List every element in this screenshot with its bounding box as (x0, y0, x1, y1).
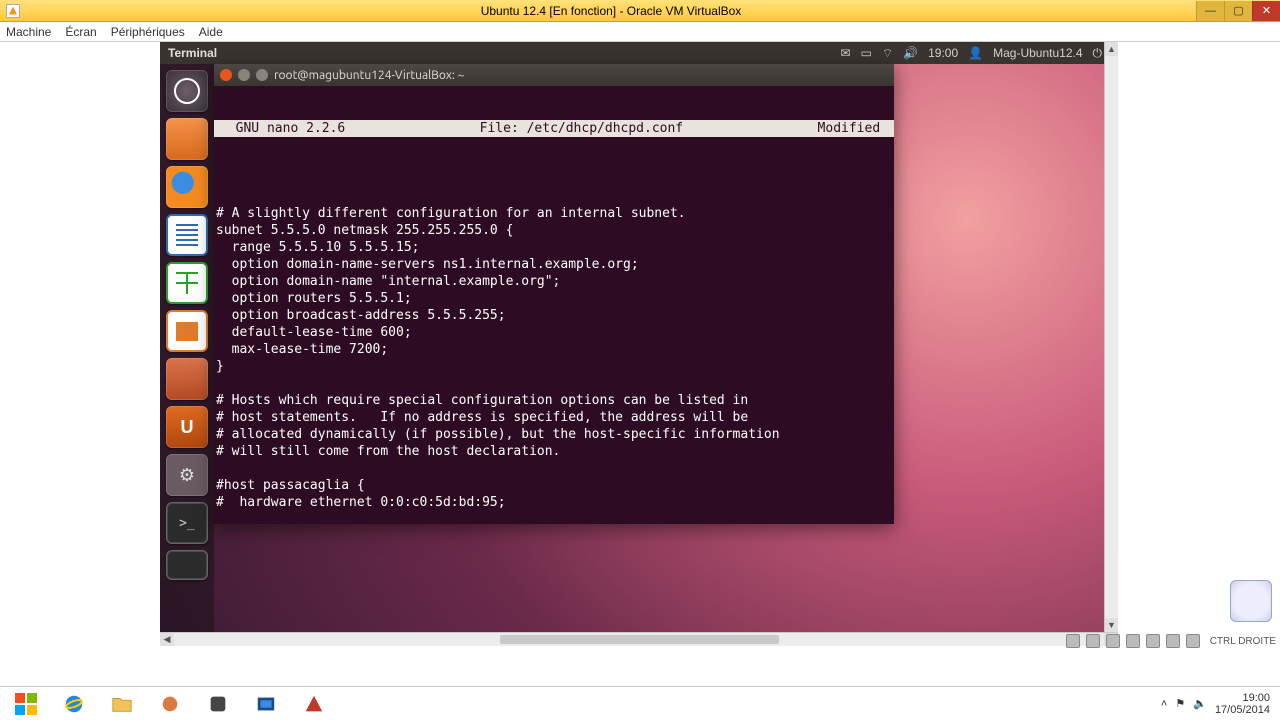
terminal-close-button[interactable] (220, 69, 232, 81)
mouse-integration-icon (1230, 580, 1272, 622)
start-button[interactable] (4, 689, 48, 719)
terminal-titlebar[interactable]: root@magubuntu124-VirtualBox: ~ (214, 64, 894, 86)
active-app-label: Terminal (168, 46, 217, 60)
taskbar-ie-icon[interactable] (52, 689, 96, 719)
tray-date: 17/05/2014 (1215, 704, 1270, 716)
virtualbox-menubar: Machine Écran Périphériques Aide (0, 22, 1280, 42)
clock[interactable]: 19:00 (928, 46, 958, 60)
tray-flag-icon[interactable]: ⚑ (1175, 697, 1185, 710)
vm-display-area: Terminal ✉ ▭ ⌔ 🔊 19:00 👤 Mag-Ubuntu12.4 … (0, 42, 1280, 650)
virtualbox-statusbar: CTRL DROITE (1066, 634, 1276, 648)
scroll-down-icon[interactable]: ▼ (1105, 618, 1118, 632)
workspace-icon[interactable] (166, 550, 208, 580)
guest-desktop[interactable]: Terminal ✉ ▭ ⌔ 🔊 19:00 👤 Mag-Ubuntu12.4 … (160, 42, 1110, 632)
firefox-icon[interactable] (166, 166, 208, 208)
menu-peripheriques[interactable]: Périphériques (111, 25, 185, 39)
nano-version: GNU nano 2.2.6 (220, 120, 345, 137)
menu-ecran[interactable]: Écran (65, 25, 96, 39)
vm-vertical-scrollbar[interactable]: ▲ ▼ (1104, 42, 1118, 632)
taskbar-virtualbox-icon[interactable] (244, 689, 288, 719)
battery-icon[interactable]: ▭ (861, 46, 872, 60)
close-button[interactable]: ✕ (1252, 1, 1280, 21)
vb-mouse-icon[interactable] (1186, 634, 1200, 648)
user-icon[interactable]: 👤 (968, 46, 983, 60)
libreoffice-calc-icon[interactable] (166, 262, 208, 304)
host-key-label: CTRL DROITE (1210, 636, 1276, 647)
vb-shared-icon[interactable] (1146, 634, 1160, 648)
tray-speaker-icon[interactable]: 🔈 (1193, 697, 1207, 710)
system-tray[interactable]: ˄ ⚑ 🔈 19:00 17/05/2014 (1161, 692, 1276, 716)
taskbar-explorer-icon[interactable] (100, 689, 144, 719)
terminal-window: root@magubuntu124-VirtualBox: ~ GNU nano… (214, 64, 894, 524)
nano-header: GNU nano 2.2.6 File: /etc/dhcp/dhcpd.con… (214, 120, 894, 137)
terminal-maximize-button[interactable] (256, 69, 268, 81)
nano-modified: Modified (818, 120, 888, 137)
scroll-left-icon[interactable]: ◀ (160, 633, 174, 646)
vb-cd-icon[interactable] (1086, 634, 1100, 648)
vb-net-icon[interactable] (1126, 634, 1140, 648)
taskbar-app1-icon[interactable] (148, 689, 192, 719)
maximize-button[interactable]: ▢ (1224, 1, 1252, 21)
menu-machine[interactable]: Machine (6, 25, 51, 39)
vm-horizontal-scrollbar[interactable]: ◀ ▶ (160, 632, 1118, 646)
taskbar-app2-icon[interactable] (196, 689, 240, 719)
menu-aide[interactable]: Aide (199, 25, 223, 39)
dash-icon[interactable] (166, 70, 208, 112)
session-icon[interactable]: ⏻ (1093, 46, 1103, 61)
nano-file-label: File: /etc/dhcp/dhcpd.conf (345, 120, 817, 137)
vb-usb-icon[interactable] (1106, 634, 1120, 648)
tray-time: 19:00 (1215, 692, 1270, 704)
window-title: Ubuntu 12.4 [En fonction] - Oracle VM Vi… (26, 4, 1196, 18)
libreoffice-writer-icon[interactable] (166, 214, 208, 256)
software-center-icon[interactable] (166, 358, 208, 400)
vb-hdd-icon[interactable] (1066, 634, 1080, 648)
ubuntu-top-panel: Terminal ✉ ▭ ⌔ 🔊 19:00 👤 Mag-Ubuntu12.4 … (160, 42, 1110, 64)
virtualbox-titlebar: Ubuntu 12.4 [En fonction] - Oracle VM Vi… (0, 0, 1280, 22)
mail-icon[interactable]: ✉ (840, 46, 850, 60)
ubuntu-one-icon[interactable] (166, 406, 208, 448)
windows-taskbar: ˄ ⚑ 🔈 19:00 17/05/2014 (0, 686, 1280, 720)
unity-launcher (160, 64, 214, 632)
minimize-button[interactable]: — (1196, 1, 1224, 21)
terminal-icon[interactable] (166, 502, 208, 544)
terminal-minimize-button[interactable] (238, 69, 250, 81)
wifi-icon[interactable]: ⌔ (882, 46, 893, 61)
scroll-up-icon[interactable]: ▲ (1105, 42, 1118, 56)
scroll-thumb[interactable] (500, 635, 779, 644)
files-icon[interactable] (166, 118, 208, 160)
nano-buffer[interactable]: # A slightly different configuration for… (214, 171, 894, 511)
terminal-title: root@magubuntu124-VirtualBox: ~ (274, 67, 464, 84)
libreoffice-impress-icon[interactable] (166, 310, 208, 352)
user-name[interactable]: Mag-Ubuntu12.4 (993, 46, 1082, 60)
virtualbox-icon (6, 4, 20, 18)
vb-display-icon[interactable] (1166, 634, 1180, 648)
system-settings-icon[interactable] (166, 454, 208, 496)
sound-icon[interactable]: 🔊 (903, 46, 918, 60)
taskbar-app3-icon[interactable] (292, 689, 336, 719)
tray-chevron-icon[interactable]: ˄ (1161, 698, 1167, 710)
